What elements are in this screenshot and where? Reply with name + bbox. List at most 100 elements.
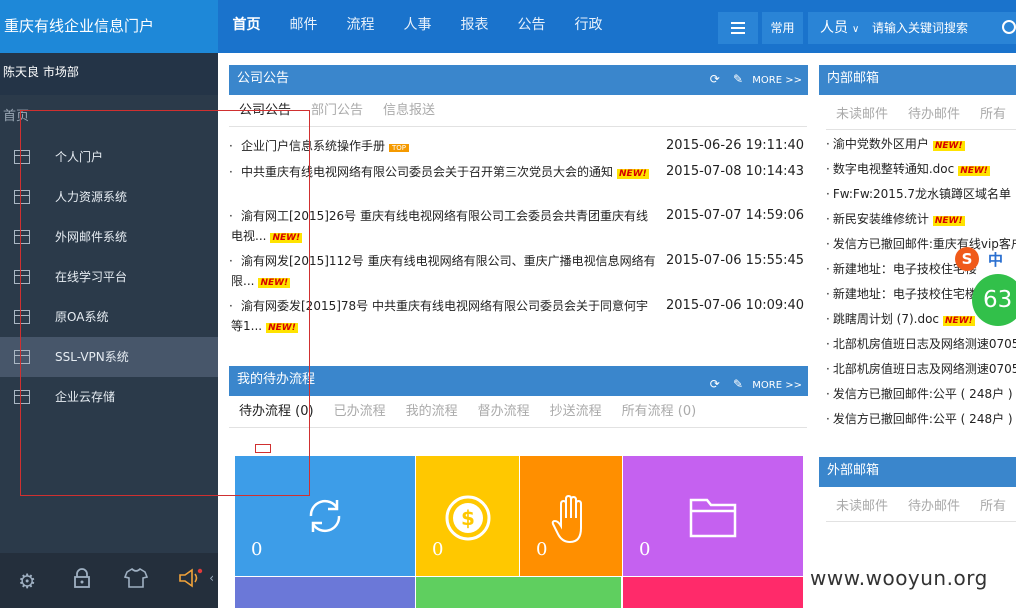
workflow-tab-5[interactable]: 所有流程 (0) [612, 397, 707, 427]
search-scope-label: 人员 [820, 20, 848, 36]
menu-button[interactable] [718, 12, 758, 44]
new-badge: NEW! [932, 141, 965, 151]
refresh-icon[interactable]: ⟳ [710, 377, 720, 391]
inbox-panel-title: 内部邮箱 [827, 71, 880, 86]
tile-count: 0 [251, 539, 263, 560]
mail-row[interactable]: 发信方已撤回邮件:公平 ( 248户 ) [826, 384, 1016, 409]
notice-date: 2015-07-07 14:59:06 [666, 208, 805, 223]
workflow-tab-1[interactable]: 已办流程 [324, 397, 396, 427]
new-badge: NEW! [943, 316, 975, 326]
notice-more-link[interactable]: MORE >> [752, 75, 802, 86]
speed-badge[interactable]: 63 [972, 274, 1016, 326]
collapse-sidebar-icon[interactable]: ‹ [209, 571, 214, 585]
workflow-tile-strip[interactable] [623, 577, 803, 608]
mail-subject: 发信方已撤回邮件:公平 ( 248户 ) [832, 412, 1013, 426]
settings-icon[interactable]: ⚙ [0, 569, 55, 593]
notice-tabs: 公司公告 部门公告 信息报送 [229, 96, 807, 127]
notice-date: 2015-06-26 19:11:40 [666, 138, 805, 153]
mail-row[interactable]: 新民安装维修统计NEW! [826, 209, 1016, 234]
nav-item-6[interactable]: 行政 [560, 0, 617, 53]
mail-subject: 北部机房值班日志及网络测速0705 [832, 337, 1016, 351]
workflow-tile-strip[interactable] [235, 577, 415, 608]
notice-tab-2[interactable]: 信息报送 [373, 96, 445, 126]
nav-item-2[interactable]: 流程 [332, 0, 389, 53]
workflow-tile-dollar-coin[interactable]: $0 [416, 456, 519, 576]
sidebar-footer: ⚙ ‹ [0, 553, 218, 608]
mail-subject: 发信方已撤回邮件:公平 ( 248户 ) [832, 387, 1013, 401]
mail-row[interactable]: 发信方已撤回邮件:公平 ( 248户 ) [826, 409, 1016, 434]
workflow-tab-3[interactable]: 督办流程 [468, 397, 540, 427]
mail-row[interactable]: 北部机房值班日志及网络测速0705 [826, 334, 1016, 359]
outmail-panel-header: 外部邮箱 [819, 457, 1016, 487]
workflow-tab-2[interactable]: 我的流程 [396, 397, 468, 427]
workflow-panel-tools: ⟳ ✎ MORE >> [710, 370, 802, 400]
notice-panel-tools: ⟳ ✎ MORE >> [710, 65, 802, 95]
new-badge: NEW! [932, 216, 965, 226]
lock-icon[interactable] [55, 568, 110, 593]
search-scope-select[interactable]: 人员 ∨ [820, 12, 859, 46]
mail-subject: 渝中党数外区用户 [832, 137, 929, 151]
outmail-tab-0[interactable]: 未读邮件 [826, 492, 898, 521]
mail-row[interactable]: 数字电视整转通知.docNEW! [826, 159, 1016, 184]
edit-icon[interactable]: ✎ [733, 377, 743, 391]
edit-icon[interactable]: ✎ [733, 72, 743, 86]
tile-count: 0 [432, 539, 444, 560]
refresh-icon[interactable]: ⟳ [710, 72, 720, 86]
shirt-icon[interactable] [109, 567, 164, 593]
workflow-tile-strip[interactable] [416, 577, 621, 608]
nav-item-3[interactable]: 人事 [389, 0, 446, 53]
notice-panel-title: 公司公告 [237, 71, 290, 86]
svg-text:S: S [962, 250, 973, 268]
notice-date: 2015-07-06 10:09:40 [666, 298, 805, 313]
inbox-tab-1[interactable]: 待办邮件 [898, 100, 970, 129]
outmail-tab-2[interactable]: 所有 [970, 492, 1016, 521]
notice-panel-header: 公司公告 ⟳ ✎ MORE >> [229, 65, 808, 95]
search-box: 人员 ∨ [808, 12, 1016, 44]
workflow-more-link[interactable]: MORE >> [752, 380, 802, 391]
hamburger-icon [731, 21, 745, 36]
mail-subject: Fw:Fw:2015.7龙水镇蹲区域名单 [832, 187, 1012, 201]
top-bar: 重庆有线企业信息门户 首页 邮件 流程 人事 报表 公告 行政 常用 人员 ∨ [0, 0, 1016, 53]
mail-subject: 新民安装维修统计 [832, 212, 929, 226]
ime-toolbar[interactable]: S 中 [954, 246, 1016, 272]
outmail-panel-title: 外部邮箱 [827, 463, 880, 478]
annotation-box [20, 110, 310, 496]
workflow-tile-hand[interactable]: 0 [520, 456, 622, 576]
chevron-down-icon: ∨ [852, 24, 860, 35]
mail-row[interactable]: Fw:Fw:2015.7龙水镇蹲区域名单 [826, 184, 1016, 209]
svg-text:$: $ [461, 506, 475, 530]
nav-item-5[interactable]: 公告 [503, 0, 560, 53]
search-icon[interactable] [1002, 20, 1016, 34]
inbox-tab-0[interactable]: 未读邮件 [826, 100, 898, 129]
notice-tab-1[interactable]: 部门公告 [301, 96, 373, 126]
nav-item-1[interactable]: 邮件 [275, 0, 332, 53]
mail-row[interactable]: 渝中党数外区用户NEW! [826, 134, 1016, 159]
inbox-tabs: 未读邮件 待办邮件 所有 [826, 100, 1016, 130]
inbox-panel-header: 内部邮箱 [819, 65, 1016, 95]
portal-title: 重庆有线企业信息门户 [0, 0, 218, 53]
new-badge: NEW! [617, 169, 649, 179]
new-badge: NEW! [958, 166, 990, 176]
tile-count: 0 [536, 539, 548, 560]
annotation-box-small [255, 444, 271, 453]
tile-count: 0 [639, 539, 651, 560]
workflow-tile-folder[interactable]: 0 [623, 456, 803, 576]
outmail-tab-1[interactable]: 待办邮件 [898, 492, 970, 521]
mail-subject: 新建地址：电子技校住宅楼 [832, 287, 977, 301]
top-nav: 首页 邮件 流程 人事 报表 公告 行政 [218, 0, 617, 53]
search-input[interactable] [870, 16, 990, 40]
common-button[interactable]: 常用 [762, 12, 803, 44]
user-info: 陈天良 市场部 [0, 53, 218, 95]
workflow-tab-4[interactable]: 抄送流程 [540, 397, 612, 427]
nav-item-0[interactable]: 首页 [218, 0, 275, 53]
watermark: www.wooyun.org [810, 566, 988, 590]
mail-subject: 数字电视整转通知.doc [832, 162, 955, 176]
notice-date: 2015-07-06 15:55:45 [666, 253, 805, 268]
mail-subject: 北部机房值班日志及网络测速0705 [832, 362, 1016, 376]
mail-subject: 跳瞎周计划 (7).doc [832, 312, 940, 326]
nav-item-4[interactable]: 报表 [446, 0, 503, 53]
mail-row[interactable]: 北部机房值班日志及网络测速0705 [826, 359, 1016, 384]
outmail-tabs: 未读邮件 待办邮件 所有 [826, 492, 1016, 522]
top-badge: TOP [389, 144, 410, 152]
inbox-tab-2[interactable]: 所有 [970, 100, 1016, 129]
